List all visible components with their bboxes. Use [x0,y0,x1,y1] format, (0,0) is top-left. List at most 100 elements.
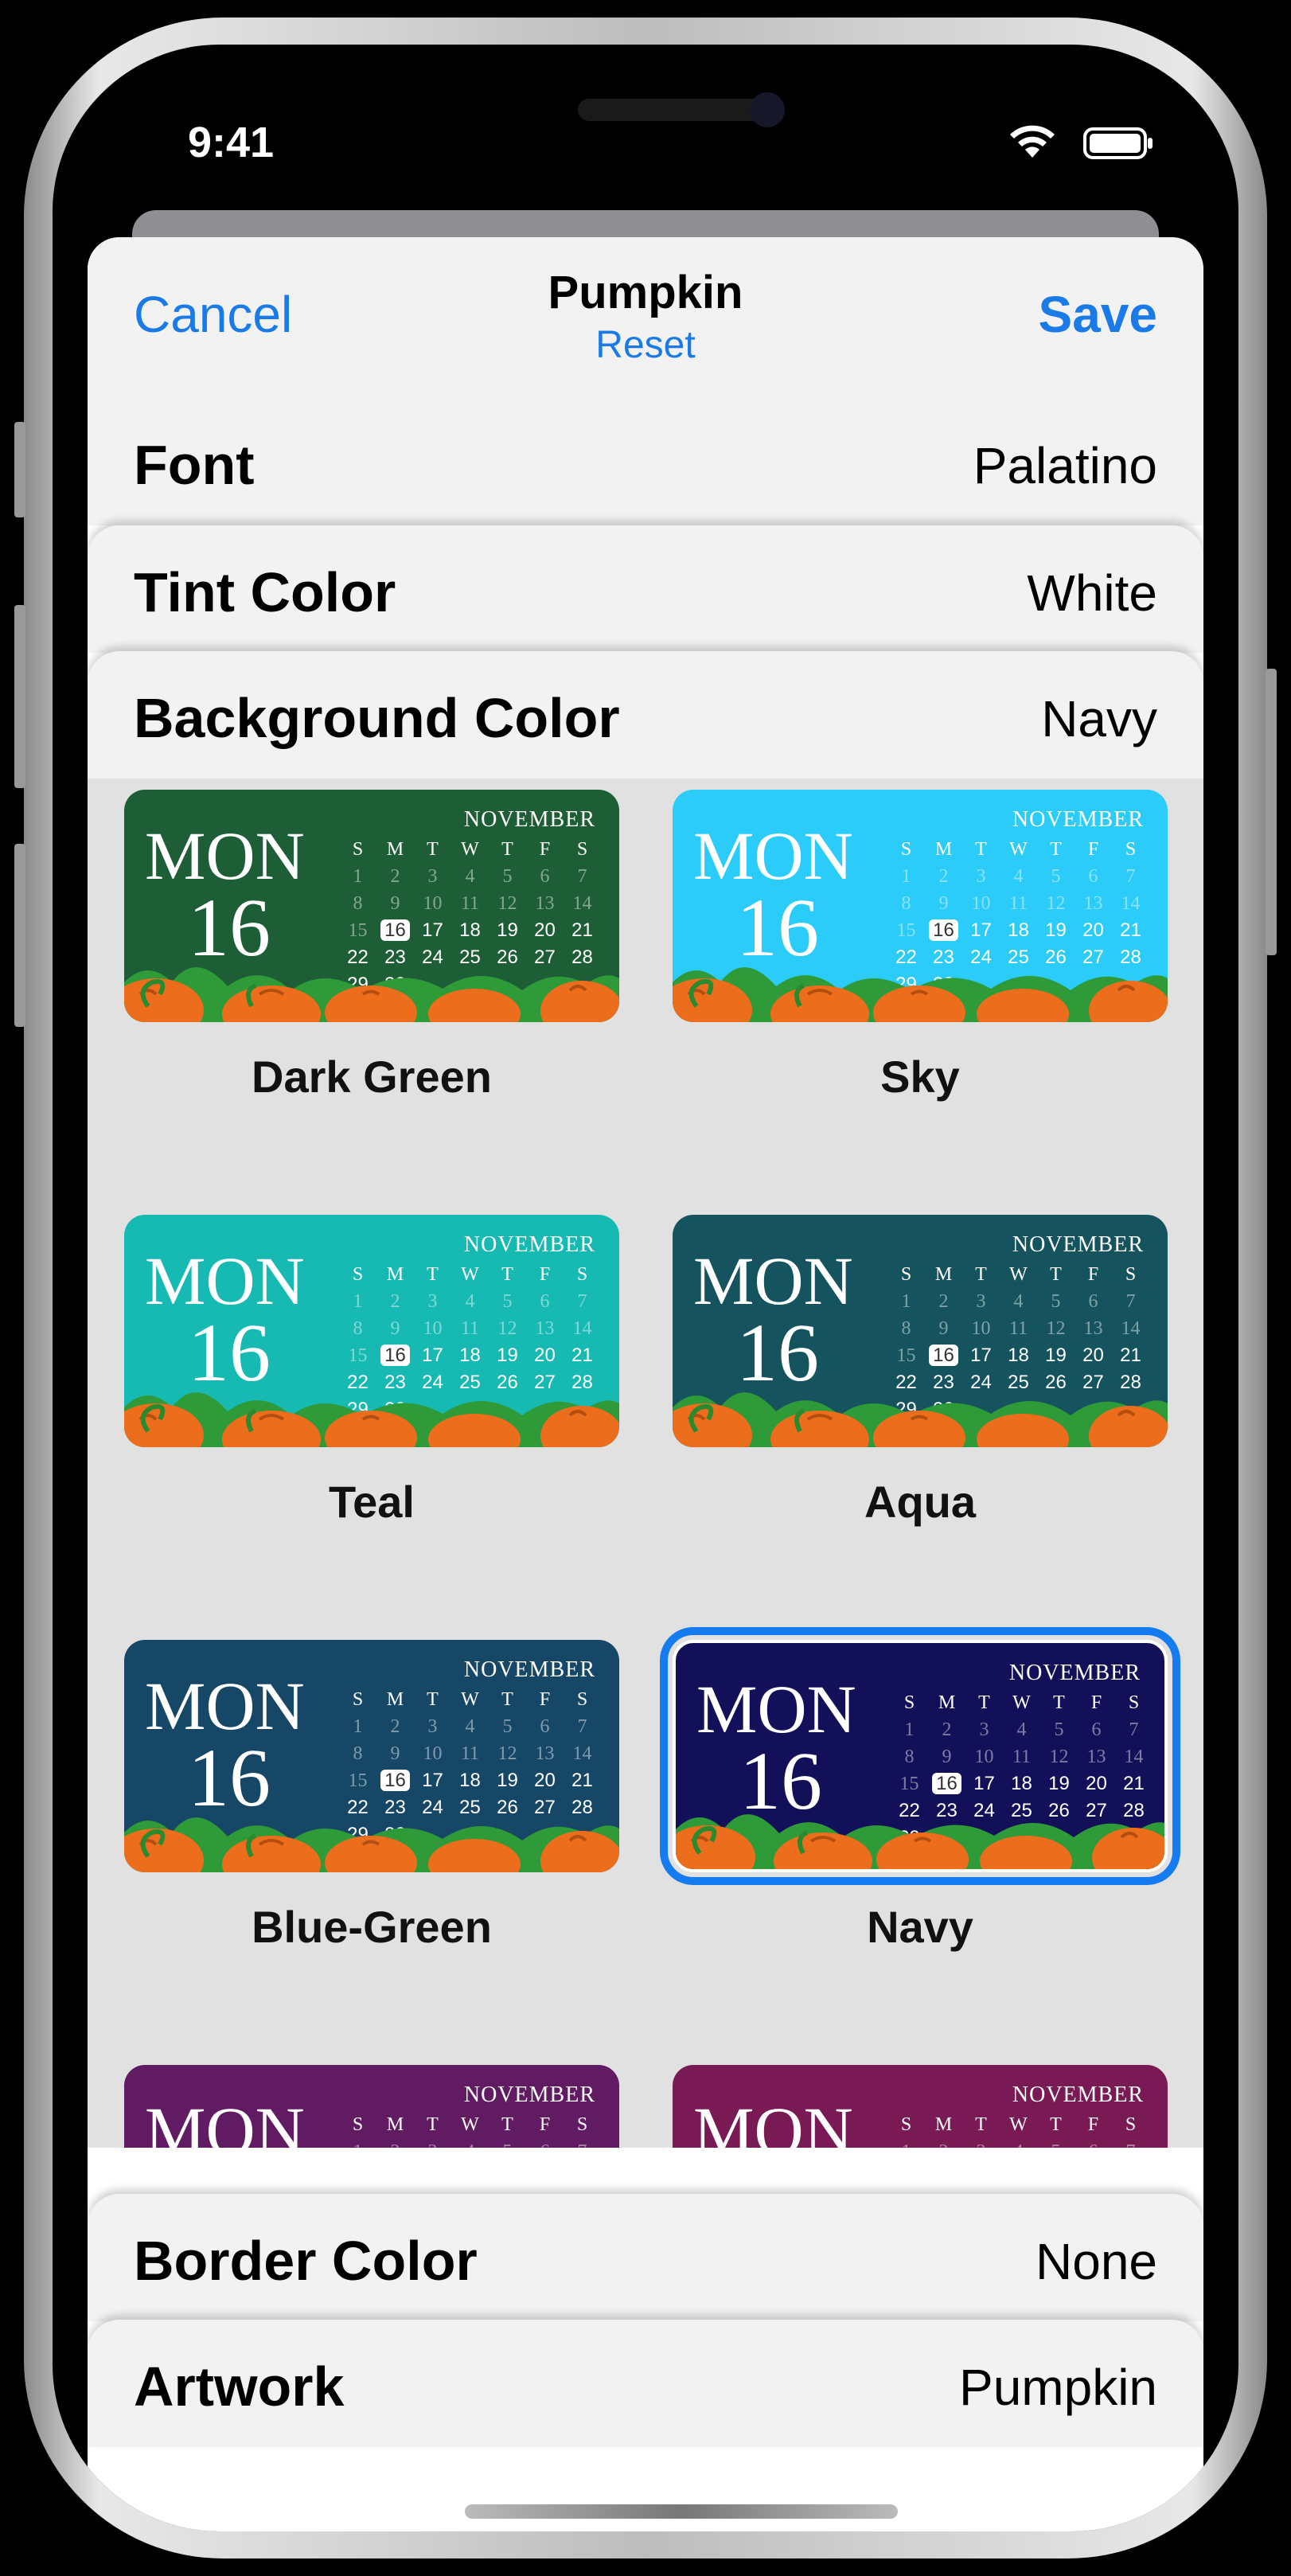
calendar-day: 6 [526,2138,564,2148]
background-color-row[interactable]: Background Color Navy [88,651,1203,779]
artwork-row[interactable]: Artwork Pumpkin [88,2320,1203,2447]
weekday-label: F [1087,1264,1099,1285]
theme-name-label: Navy [867,1902,973,1952]
status-time: 9:41 [188,119,275,166]
weekday-label: T [427,1264,439,1285]
weekday-label: F [539,1264,551,1285]
calendar-day: 11 [460,1743,480,1764]
calendar-day: 8 [904,1747,915,1767]
weekday-label: S [352,1264,364,1285]
tint-color-row[interactable]: Tint Color White [88,525,1203,653]
nav-title: Pumpkin [548,267,743,318]
calendar-day: 13 [1086,1747,1106,1767]
calendar-day: 3 [414,2138,451,2148]
calendar-day: 4 [1016,1719,1027,1740]
weekday-label: T [427,2114,439,2135]
calendar-day: 11 [1008,1318,1028,1339]
calendar-day: 1 [353,866,363,887]
weekday-label: S [352,2114,364,2135]
weekday-label: T [427,1689,439,1710]
theme-tile[interactable]: MON16NOVEMBERSMTWTFS12345678910111213141… [673,2065,1168,2148]
calendar-day: 3 [427,866,438,887]
weekday-label: T [501,1689,513,1710]
border-color-row[interactable]: Border Color None [88,2194,1203,2321]
weekday-label: F [539,2114,551,2135]
calendar-day: 10 [971,1318,991,1339]
calendar-day: 10 [971,893,991,914]
theme-tile[interactable]: MON16NOVEMBERSMTWTFS12345678910111213141… [673,790,1168,1103]
calendar-day: 5 [502,1291,513,1312]
ringer-switch [14,422,25,517]
calendar-day: 8 [901,893,911,914]
theme-tile[interactable]: MON16NOVEMBERSMTWTFS12345678910111213141… [660,1627,1180,1953]
calendar-widget-preview: MON16NOVEMBERSMTWTFS12345678910111213141… [660,1627,1180,1885]
calendar-day: 2 [938,1291,949,1312]
weekday-label: T [978,1692,990,1713]
calendar-day: 13 [535,1318,555,1339]
weekday-label: M [934,2114,953,2135]
weekday-label: W [1012,1692,1031,1713]
calendar-day: 4 [1000,2138,1037,2148]
theme-editor-sheet: Cancel Pumpkin Reset Save Font Palatino … [88,237,1203,2531]
calendar-day: 1 [887,2138,925,2148]
calendar-widget-preview: MON16NOVEMBERSMTWTFS12345678910111213141… [124,1640,619,1872]
theme-tile[interactable]: MON16NOVEMBERSMTWTFS12345678910111213141… [673,1215,1168,1528]
theme-tile[interactable]: MON16NOVEMBERSMTWTFS12345678910111213141… [124,2065,619,2148]
weekday-label: T [975,2114,987,2135]
pumpkin-artwork [673,967,1168,1022]
pumpkin-artwork [124,1817,619,1872]
weekday-label: S [576,839,588,860]
calendar-day: 9 [938,893,949,914]
reset-button[interactable]: Reset [595,324,695,366]
calendar-day: 12 [497,893,517,914]
preview-dayname: MON [696,1671,856,1747]
preview-dayname: MON [145,2093,305,2148]
calendar-day: 2 [938,866,949,887]
font-label: Font [134,434,255,496]
calendar-day: 1 [904,1719,915,1740]
calendar-day: 11 [460,1318,480,1339]
calendar-day: 3 [976,866,986,887]
save-button[interactable]: Save [1039,285,1157,344]
theme-tile[interactable]: MON16NOVEMBERSMTWTFS12345678910111213141… [124,1640,619,1953]
theme-tile[interactable]: MON16NOVEMBERSMTWTFS12345678910111213141… [124,790,619,1103]
tint-color-label: Tint Color [134,561,396,623]
calendar-day: 3 [962,2138,1000,2148]
calendar-day: 9 [942,1747,952,1767]
preview-dayname: MON [145,1668,305,1744]
calendar-day: 13 [1083,1318,1103,1339]
calendar-day: 3 [427,1716,438,1737]
calendar-day: 1 [353,1291,363,1312]
weekday-label: S [900,839,912,860]
font-row[interactable]: Font Palatino [88,398,1203,525]
calendar-day: 14 [572,893,592,914]
weekday-label: S [900,2114,912,2135]
pumpkin-artwork [124,967,619,1022]
weekday-label: T [1050,2114,1062,2135]
pumpkin-artwork [676,1814,1164,1869]
calendar-day: 6 [540,1291,550,1312]
calendar-day: 7 [577,866,587,887]
calendar-day: 9 [390,1318,400,1339]
background-color-label: Background Color [134,687,620,749]
calendar-day: 2 [376,2138,414,2148]
calendar-day: 4 [465,866,475,887]
screen: 9:41 Cancel Pumpkin Reset Save Font Pala… [53,45,1238,2531]
calendar-day: 4 [1013,1291,1024,1312]
preview-month: NOVEMBER [463,807,595,832]
theme-tile[interactable]: MON16NOVEMBERSMTWTFS12345678910111213141… [124,1215,619,1528]
volume-down-button [14,844,25,1027]
calendar-day: 6 [1088,1291,1098,1312]
preview-month: NOVEMBER [1012,807,1144,832]
weekday-label: M [386,1689,404,1710]
calendar-day: 14 [1121,1318,1141,1339]
calendar-day: 14 [1124,1747,1144,1767]
weekday-label: M [386,839,404,860]
calendar-day: 5 [502,1716,513,1737]
home-indicator[interactable] [465,2504,898,2519]
calendar-day: 9 [390,1743,400,1764]
weekday-label: T [1053,1692,1065,1713]
pumpkin-artwork [673,1392,1168,1447]
weekday-label: S [576,1689,588,1710]
calendar-day: 11 [460,893,480,914]
